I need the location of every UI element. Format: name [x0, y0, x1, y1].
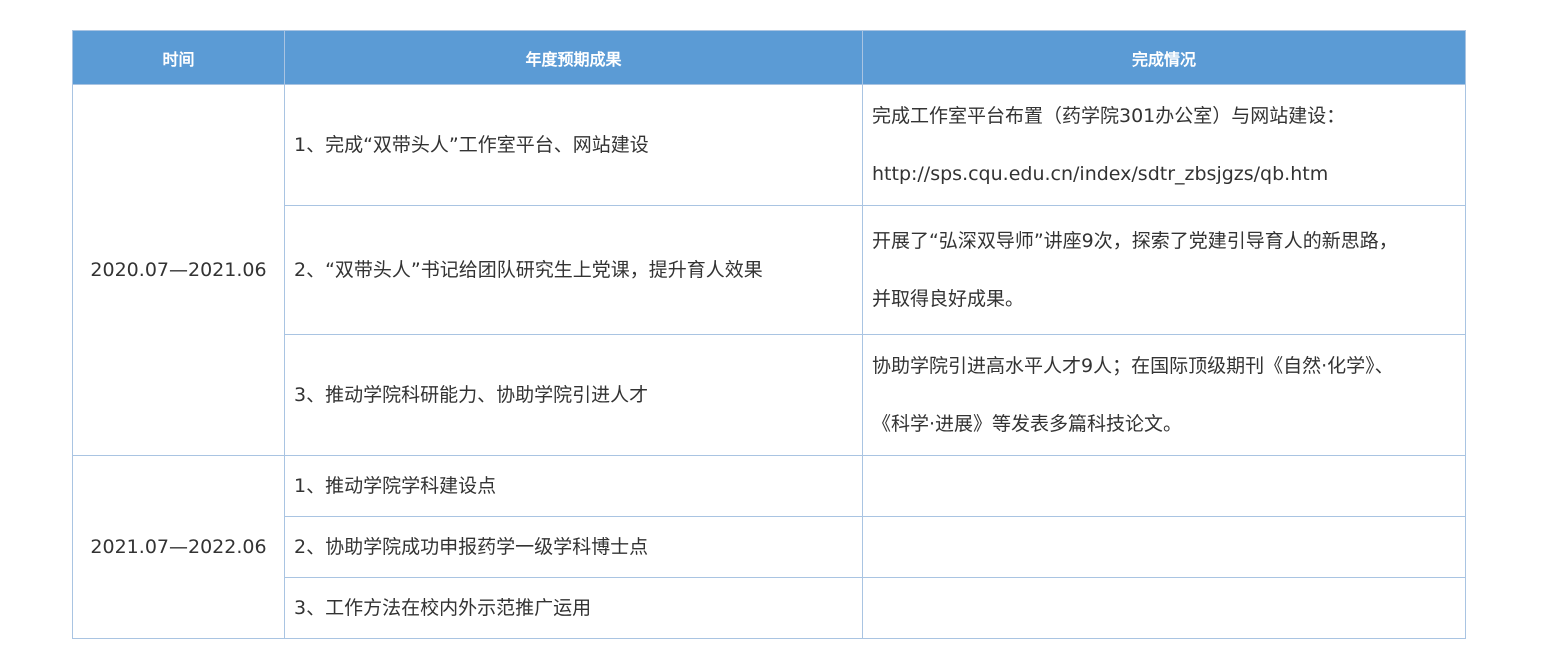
result-line: 协助学院引进高水平人才9人；在国际顶级期刊《自然·化学》、	[872, 355, 1394, 377]
goal-cell: 1、完成“双带头人”工作室平台、网站建设	[284, 84, 863, 206]
table-row: 2021.07—2022.06 1、推动学院学科建设点	[72, 455, 1466, 639]
header-goal: 年度预期成果	[284, 30, 863, 85]
goal-cell: 2、“双带头人”书记给团队研究生上党课，提升育人效果	[284, 205, 863, 335]
result-line: 并取得良好成果。	[872, 288, 1025, 310]
result-cell-empty	[862, 516, 1466, 578]
header-result: 完成情况	[862, 30, 1466, 85]
result-line: 开展了“弘深双导师”讲座9次，探索了党建引导育人的新思路，	[872, 230, 1398, 252]
achievement-table: 时间 年度预期成果 完成情况 2020.07—2021.06 1、完成“双带头人…	[72, 30, 1466, 639]
result-cell: 完成工作室平台布置（药学院301办公室）与网站建设： http://sps.cq…	[862, 84, 1466, 206]
result-link-text: http://sps.cqu.edu.cn/index/sdtr_zbsjgzs…	[872, 163, 1329, 185]
table-row: 2020.07—2021.06 1、完成“双带头人”工作室平台、网站建设 完成工…	[72, 84, 1466, 456]
result-cell-empty	[862, 577, 1466, 639]
result-line: 完成工作室平台布置（药学院301办公室）与网站建设：	[872, 105, 1346, 127]
period-time-cell: 2021.07—2022.06	[72, 455, 285, 639]
result-cell: 协助学院引进高水平人才9人；在国际顶级期刊《自然·化学》、 《科学·进展》等发表…	[862, 334, 1466, 456]
period-time-cell: 2020.07—2021.06	[72, 84, 285, 456]
table-header-row: 时间 年度预期成果 完成情况	[72, 30, 1466, 85]
goal-cell: 3、工作方法在校内外示范推广运用	[284, 577, 863, 639]
header-time: 时间	[72, 30, 285, 85]
achievement-table-container: 时间 年度预期成果 完成情况 2020.07—2021.06 1、完成“双带头人…	[72, 30, 1466, 639]
result-cell-empty	[862, 455, 1466, 517]
goal-cell: 3、推动学院科研能力、协助学院引进人才	[284, 334, 863, 456]
goal-cell: 1、推动学院学科建设点	[284, 455, 863, 517]
result-cell: 开展了“弘深双导师”讲座9次，探索了党建引导育人的新思路， 并取得良好成果。	[862, 205, 1466, 335]
result-line: 《科学·进展》等发表多篇科技论文。	[872, 413, 1183, 435]
goal-cell: 2、协助学院成功申报药学一级学科博士点	[284, 516, 863, 578]
